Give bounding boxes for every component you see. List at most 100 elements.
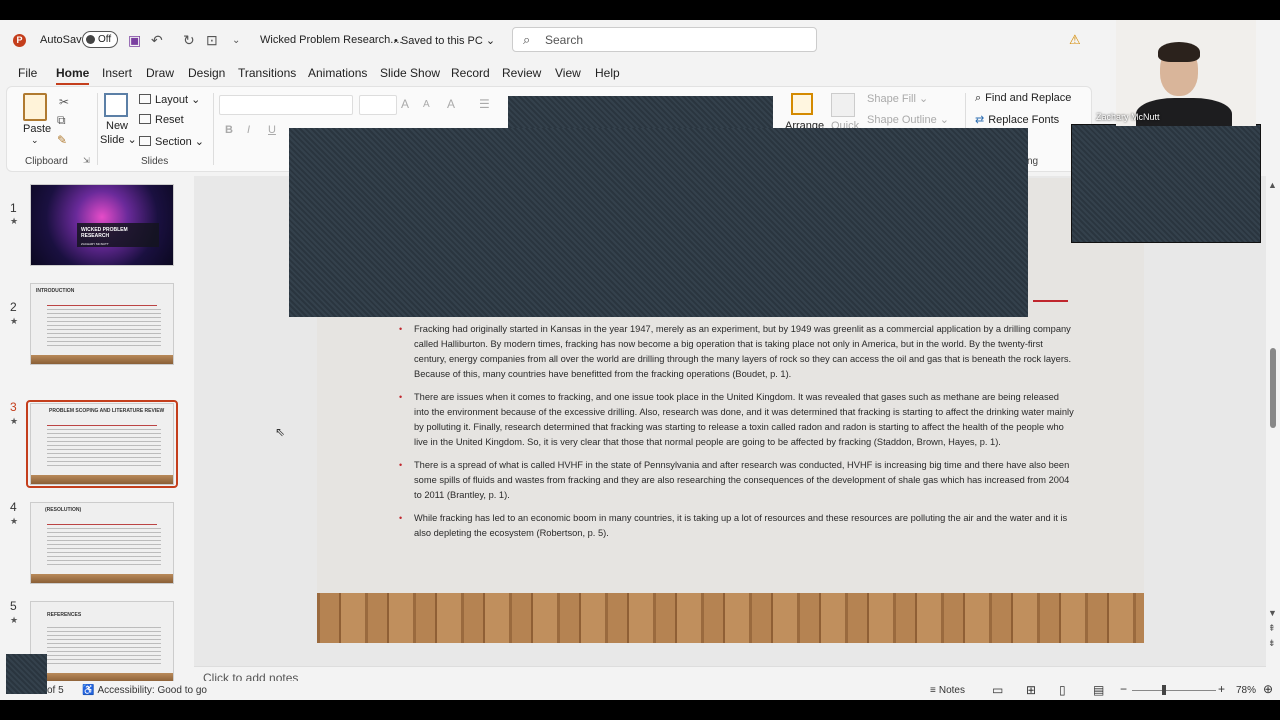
zoom-slider[interactable]	[1132, 690, 1216, 691]
shape-outline-button[interactable]: Shape Outline ⌄	[867, 113, 949, 126]
new-slide-label-1[interactable]: New	[106, 120, 128, 132]
scroll-down-icon[interactable]: ▼	[1268, 608, 1277, 618]
search-placeholder: Search	[545, 33, 584, 47]
new-slide-label-2[interactable]: Slide ⌄	[100, 133, 137, 146]
find-replace-button[interactable]: ⌕ Find and Replace	[975, 92, 1071, 105]
fit-to-window-icon[interactable]: ⊕	[1263, 682, 1273, 696]
new-slide-icon[interactable]	[104, 93, 128, 117]
thumb-divider	[47, 305, 157, 306]
thumb-text	[47, 429, 161, 469]
section-icon	[139, 136, 151, 146]
replace-fonts-label: Replace Fonts	[988, 114, 1060, 126]
tab-record[interactable]: Record	[451, 66, 490, 80]
vertical-scrollbar[interactable]: ▲ ▼ ⇞ ⇟	[1266, 176, 1280, 666]
tab-review[interactable]: Review	[502, 66, 541, 80]
section-label: Section ⌄	[155, 136, 204, 148]
autosave-label: AutoSave	[40, 34, 88, 46]
slide-sorter-icon[interactable]: ⊞	[1026, 683, 1036, 697]
paste-dropdown-icon[interactable]: ⌄	[31, 135, 39, 146]
font-family-select[interactable]	[219, 95, 353, 115]
tab-animations[interactable]: Animations	[308, 66, 367, 80]
save-icon[interactable]: ▣	[128, 32, 141, 49]
shape-fill-button[interactable]: Shape Fill ⌄	[867, 92, 928, 105]
content-placeholder[interactable]: Fracking had originally started in Kansa…	[399, 322, 1075, 550]
scroll-up-icon[interactable]: ▲	[1268, 180, 1277, 190]
animation-star-icon: ★	[10, 416, 19, 426]
thumbnail-slide-2[interactable]: INTRODUCTION	[30, 283, 174, 365]
copy-icon[interactable]: ⧉	[57, 113, 66, 128]
cut-icon[interactable]: ✂	[59, 95, 69, 109]
thumb-subtitle: ZACHARY MCNUTT	[81, 242, 109, 246]
search-icon: ⌕	[523, 32, 531, 47]
thumb-divider	[47, 524, 157, 525]
tab-help[interactable]: Help	[595, 66, 620, 80]
thumb-title: WICKED PROBLEM RESEARCH	[81, 227, 128, 239]
warning-icon[interactable]: ⚠	[1069, 32, 1081, 48]
webcam-video	[1116, 20, 1256, 126]
tab-file[interactable]: File	[18, 66, 37, 80]
ribbon-tabs: File Home Insert Draw Design Transitions…	[0, 62, 1100, 85]
clear-format-icon[interactable]: A	[447, 97, 455, 111]
thumbnail-slide-5[interactable]: REFERENCES	[30, 601, 174, 683]
thumb-text	[47, 309, 161, 349]
next-slide-icon[interactable]: ⇟	[1268, 638, 1276, 649]
decrease-font-icon[interactable]: A	[423, 99, 430, 110]
bold-button[interactable]: B	[225, 124, 233, 136]
accessibility-label: Accessibility: Good to go	[97, 685, 207, 696]
thumbnail-slide-4[interactable]: (RESOLUTION)	[30, 502, 174, 584]
normal-view-icon[interactable]: ▭	[992, 683, 1003, 697]
notes-toggle-button[interactable]: ≡ Notes	[930, 685, 965, 696]
layout-button[interactable]: Layout ⌄	[139, 93, 200, 106]
bullets-icon[interactable]: ☰	[479, 97, 490, 111]
autosave-state: Off	[98, 34, 112, 45]
tab-design[interactable]: Design	[188, 66, 225, 80]
reset-button[interactable]: Reset	[139, 114, 184, 126]
italic-button[interactable]: I	[247, 124, 250, 136]
find-replace-label: Find and Replace	[985, 92, 1072, 104]
tab-view[interactable]: View	[555, 66, 581, 80]
tab-draw[interactable]: Draw	[146, 66, 174, 80]
bullet-item: There are issues when it comes to fracki…	[399, 390, 1075, 450]
reading-view-icon[interactable]: ▯	[1059, 683, 1066, 697]
scrollbar-thumb[interactable]	[1270, 348, 1276, 428]
accessibility-button[interactable]: ♿ Accessibility: Good to go	[82, 685, 207, 696]
replace-fonts-button[interactable]: ⇄ Replace Fonts	[975, 113, 1059, 126]
thumb-floor	[31, 355, 173, 364]
customize-toolbar-icon[interactable]: ⌄	[232, 35, 240, 46]
thumbnail-slide-1[interactable]: WICKED PROBLEM RESEARCH ZACHARY MCNUTT	[30, 184, 174, 266]
document-title[interactable]: Wicked Problem Research....	[260, 34, 402, 46]
tab-transitions[interactable]: Transitions	[238, 66, 296, 80]
underline-button[interactable]: U	[268, 124, 276, 136]
clipboard-launcher-icon[interactable]: ⇲	[83, 156, 90, 165]
zoom-out-icon[interactable]: −	[1120, 682, 1127, 696]
notes-icon: ≡	[930, 685, 936, 696]
section-button[interactable]: Section ⌄	[139, 135, 204, 148]
thumb-floor	[31, 475, 173, 484]
font-size-select[interactable]	[359, 95, 397, 115]
paste-button[interactable]: Paste	[23, 123, 51, 135]
present-icon[interactable]: ⊡	[206, 32, 218, 49]
arrange-icon[interactable]	[791, 93, 813, 115]
undo-icon[interactable]: ↶	[151, 32, 163, 49]
thumb-number: 3	[10, 400, 17, 414]
slide-show-icon[interactable]: ▤	[1093, 683, 1104, 697]
increase-font-icon[interactable]: A	[401, 97, 409, 111]
clipboard-group-label: Clipboard	[25, 156, 68, 167]
redo-icon[interactable]: ↻	[183, 32, 195, 49]
paste-icon[interactable]	[23, 93, 47, 121]
thumbnail-slide-3[interactable]: PROBLEM SCOPING AND LITERATURE REVIEW	[30, 403, 174, 485]
separator	[213, 93, 214, 165]
save-status[interactable]: • Saved to this PC ⌄	[394, 34, 495, 47]
zoom-level[interactable]: 78%	[1236, 685, 1256, 696]
tab-slide-show[interactable]: Slide Show	[380, 66, 440, 80]
separator	[97, 93, 98, 165]
tab-insert[interactable]: Insert	[102, 66, 132, 80]
zoom-in-icon[interactable]: +	[1218, 682, 1225, 696]
autosave-toggle[interactable]: Off	[82, 31, 118, 48]
previous-slide-icon[interactable]: ⇞	[1268, 623, 1276, 634]
quick-styles-icon[interactable]	[831, 93, 855, 117]
search-box[interactable]: ⌕ Search	[512, 27, 817, 52]
tab-home[interactable]: Home	[56, 66, 90, 85]
format-painter-icon[interactable]: ✎	[57, 133, 67, 147]
zoom-slider-handle[interactable]	[1162, 685, 1166, 695]
